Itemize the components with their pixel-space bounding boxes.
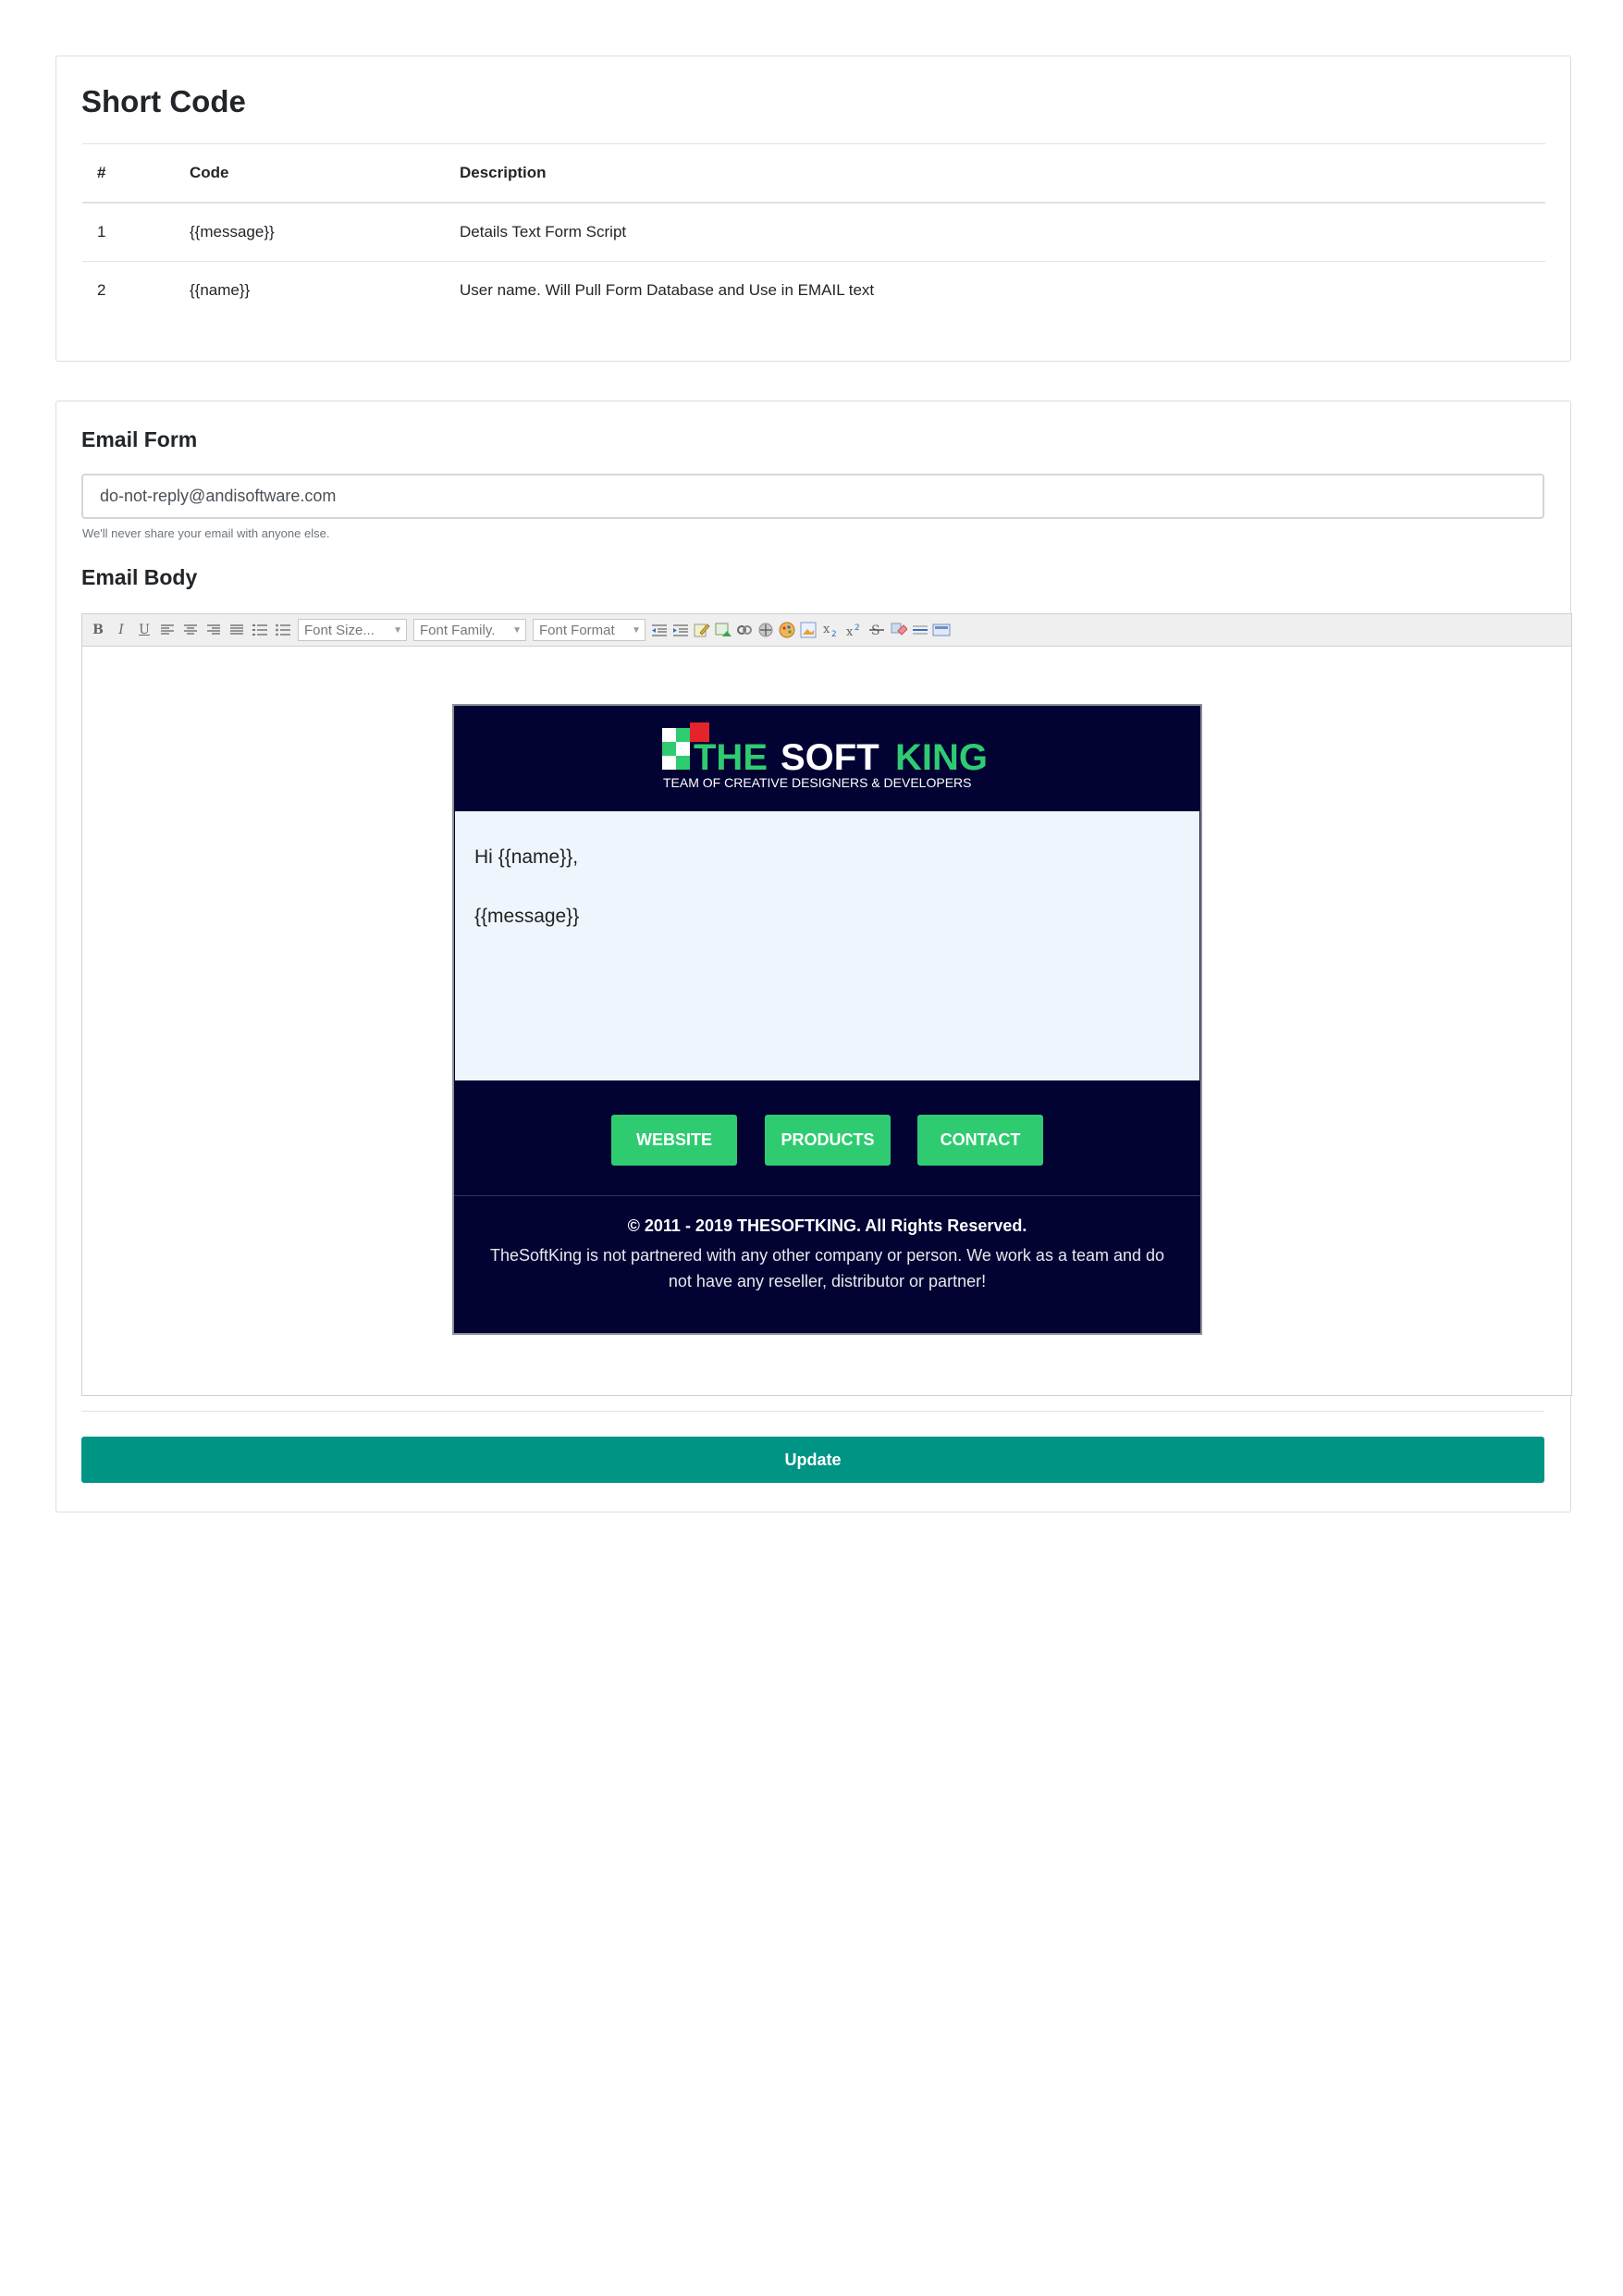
chevron-down-icon: ▼ [512, 624, 522, 636]
short-code-card: Short Code # Code Description 1 {{messag… [55, 56, 1571, 362]
subscript-icon: x2 [823, 623, 837, 637]
superscript-button[interactable]: x2 [843, 620, 864, 640]
message-placeholder: {{message}} [474, 906, 580, 927]
picture-icon [800, 622, 817, 638]
subscript-button[interactable]: x2 [820, 620, 841, 640]
email-settings-card: Email Form We'll never share your email … [55, 401, 1572, 1512]
contact-button[interactable]: CONTACT [917, 1115, 1043, 1166]
edit-html-button[interactable] [693, 621, 711, 639]
rich-text-editor: B I U Font Size... ▼ Font Family. ▼ Font… [81, 613, 1572, 1396]
outdent-icon [652, 623, 667, 636]
footer-divider [454, 1195, 1200, 1196]
svg-text:x: x [823, 623, 830, 636]
short-code-table: # Code Description 1 {{message}} Details… [82, 143, 1545, 319]
row-description: Details Text Form Script [460, 202, 1545, 262]
align-center-icon [184, 624, 197, 635]
greeting-text: Hi {{name}}, [474, 846, 579, 868]
unordered-list-icon [276, 624, 290, 636]
horizontal-rule-button[interactable] [911, 621, 929, 639]
font-family-select[interactable]: Font Family. ▼ [413, 619, 526, 641]
row-code: {{message}} [190, 202, 460, 262]
chevron-down-icon: ▼ [632, 624, 641, 636]
insert-image-button[interactable] [714, 621, 732, 639]
font-format-value: Font Format [539, 622, 615, 638]
font-size-select[interactable]: Font Size... ▼ [298, 619, 407, 641]
align-right-icon [207, 624, 220, 635]
email-body-label: Email Body [81, 565, 198, 589]
logo-tagline: TEAM OF CREATIVE DESIGNERS & DEVELOPERS [663, 775, 971, 790]
insert-picture-button[interactable] [799, 621, 818, 639]
unlink-button[interactable] [756, 621, 775, 639]
ordered-list-button[interactable] [250, 620, 270, 640]
table-row: 2 {{name}} User name. Will Pull Form Dat… [82, 261, 1545, 319]
column-header-number: # [82, 143, 190, 204]
justify-icon [230, 624, 243, 635]
footer-note: TheSoftKing is not partnered with any ot… [489, 1246, 1165, 1290]
strikethrough-icon: S [869, 623, 884, 637]
align-right-button[interactable] [203, 620, 224, 640]
superscript-icon: x2 [846, 623, 860, 637]
editor-toolbar: B I U Font Size... ▼ Font Family. ▼ Font… [82, 614, 1571, 647]
link-icon [737, 625, 752, 635]
update-button[interactable]: Update [81, 1437, 1544, 1483]
color-button[interactable] [778, 621, 796, 639]
horizontal-rule-icon [913, 625, 928, 635]
pencil-icon [694, 623, 710, 637]
unordered-list-button[interactable] [273, 620, 293, 640]
palette-icon [779, 622, 795, 638]
products-button[interactable]: PRODUCTS [765, 1115, 891, 1166]
column-header-code: Code [190, 143, 460, 204]
logo-text-the: THE [694, 737, 768, 778]
font-family-value: Font Family. [420, 622, 496, 638]
font-format-select[interactable]: Font Format ▼ [533, 619, 646, 641]
font-size-value: Font Size... [304, 622, 375, 638]
outdent-button[interactable] [650, 621, 669, 639]
indent-icon [673, 623, 688, 636]
image-icon [715, 623, 732, 636]
email-message-area[interactable]: Hi {{name}}, {{message}} [455, 811, 1199, 1080]
align-left-icon [161, 624, 174, 635]
row-number: 2 [82, 261, 190, 319]
justify-button[interactable] [227, 620, 247, 640]
row-code: {{name}} [190, 261, 460, 319]
copyright-text: © 2011 - 2019 THESOFTKING. All Rights Re… [627, 1216, 1027, 1235]
email-field[interactable] [81, 474, 1544, 519]
form-divider [81, 1411, 1544, 1412]
eraser-icon [891, 623, 907, 636]
svg-text:x: x [846, 625, 854, 637]
italic-button[interactable]: I [111, 620, 131, 640]
table-header-row: # Code Description [82, 143, 1545, 204]
indent-button[interactable] [671, 621, 690, 639]
svg-text:2: 2 [831, 630, 837, 637]
remove-format-button[interactable] [890, 621, 908, 639]
strikethrough-button[interactable]: S [867, 620, 887, 640]
thesoftking-logo: THE SOFT KING TEAM OF CREATIVE DESIGNERS… [662, 722, 988, 790]
column-header-description: Description [460, 143, 1545, 204]
website-button[interactable]: WEBSITE [611, 1115, 737, 1166]
short-code-title: Short Code [81, 84, 246, 118]
unlink-icon [758, 623, 773, 637]
bold-button[interactable]: B [88, 620, 108, 640]
email-template-preview[interactable]: THE SOFT KING TEAM OF CREATIVE DESIGNERS… [452, 704, 1202, 1335]
row-number: 1 [82, 202, 190, 262]
source-button[interactable] [932, 621, 951, 639]
ordered-list-icon [252, 624, 267, 636]
table-row: 1 {{message}} Details Text Form Script [82, 202, 1545, 262]
email-help-text: We'll never share your email with anyone… [82, 526, 330, 540]
email-form-label: Email Form [81, 427, 198, 451]
source-icon [932, 623, 951, 636]
underline-button[interactable]: U [134, 620, 154, 640]
chevron-down-icon: ▼ [393, 624, 402, 636]
svg-text:2: 2 [855, 623, 860, 633]
logo-text-soft: SOFT [781, 737, 879, 778]
row-description: User name. Will Pull Form Database and U… [460, 261, 1545, 319]
align-center-button[interactable] [180, 620, 201, 640]
logo-text-king: KING [895, 737, 988, 778]
align-left-button[interactable] [157, 620, 178, 640]
insert-link-button[interactable] [735, 621, 754, 639]
